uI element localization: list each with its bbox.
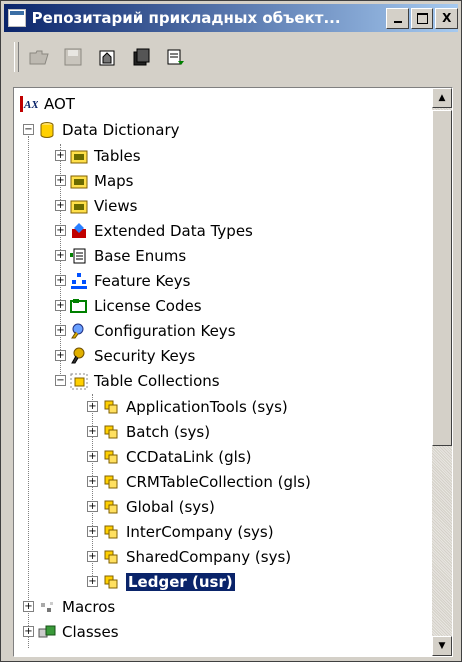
tree-node-base-enums[interactable]: Base Enums — [70, 244, 186, 268]
aot-tree: AX AOT − Data Dictionary + Tables + Maps… — [14, 88, 432, 656]
expand-collection[interactable]: + — [87, 576, 98, 587]
table-collection-icon — [102, 473, 120, 491]
tree-node-data-dictionary[interactable]: Data Dictionary — [38, 118, 180, 142]
expand-maps[interactable]: + — [55, 175, 66, 186]
tree-node-views[interactable]: Views — [70, 194, 137, 218]
collection-folder-icon — [70, 372, 88, 390]
svg-text:AX: AX — [23, 99, 38, 111]
expand-collection[interactable]: + — [87, 426, 98, 437]
table-collection-icon — [102, 573, 120, 591]
folder-icon — [70, 147, 88, 165]
table-collection-icon — [102, 523, 120, 541]
edt-icon — [70, 222, 88, 240]
expand-collection[interactable]: + — [87, 451, 98, 462]
toolbar — [4, 35, 458, 79]
expand-macros[interactable]: + — [23, 601, 34, 612]
tree-node-collection-ccdatalink[interactable]: CCDataLink (gls) — [102, 445, 251, 469]
aot-tree-panel: AX AOT − Data Dictionary + Tables + Maps… — [13, 87, 453, 657]
close-button[interactable]: X — [435, 7, 458, 29]
tree-node-collection-ledger[interactable]: Ledger (usr) — [102, 570, 235, 594]
expand-license-codes[interactable]: + — [55, 300, 66, 311]
tree-node-extended-data-types[interactable]: Extended Data Types — [70, 219, 253, 243]
macro-icon — [38, 598, 56, 616]
table-collection-icon — [102, 448, 120, 466]
expand-collection[interactable]: + — [87, 551, 98, 562]
configuration-key-icon — [70, 322, 88, 340]
tree-node-collection-sharedcompany[interactable]: SharedCompany (sys) — [102, 545, 291, 569]
class-icon — [38, 623, 56, 641]
tree-node-configuration-keys[interactable]: Configuration Keys — [70, 319, 236, 343]
export-icon[interactable] — [163, 45, 187, 69]
expand-configuration-keys[interactable]: + — [55, 325, 66, 336]
security-key-icon — [70, 347, 88, 365]
minimize-button[interactable] — [386, 7, 409, 29]
collapse-data-dictionary[interactable]: − — [23, 124, 34, 135]
compile-icon[interactable] — [129, 45, 153, 69]
collapse-table-collections[interactable]: − — [55, 375, 66, 386]
tree-node-collection-global[interactable]: Global (sys) — [102, 495, 215, 519]
database-icon — [38, 121, 56, 139]
ax-logo-icon: AX — [20, 95, 38, 113]
expand-collection[interactable]: + — [87, 526, 98, 537]
vertical-scrollbar[interactable]: ▲ ▼ — [432, 88, 452, 656]
hierarchy-icon — [70, 272, 88, 290]
aot-window: Репозитарий прикладных объект... X AX AO… — [0, 0, 462, 662]
expand-base-enums[interactable]: + — [55, 250, 66, 261]
tree-node-macros[interactable]: Macros — [38, 595, 115, 619]
expand-collection[interactable]: + — [87, 501, 98, 512]
scrollbar-thumb[interactable] — [432, 110, 452, 446]
expand-classes[interactable]: + — [23, 626, 34, 637]
scroll-down-button[interactable]: ▼ — [432, 636, 452, 656]
tree-node-license-codes[interactable]: License Codes — [70, 294, 202, 318]
table-collection-icon — [102, 398, 120, 416]
window-icon — [8, 9, 26, 27]
toolbar-grip[interactable] — [14, 42, 19, 72]
table-collection-icon — [102, 423, 120, 441]
expand-extended-data-types[interactable]: + — [55, 225, 66, 236]
tree-node-table-collections[interactable]: Table Collections — [70, 369, 220, 393]
folder-icon — [70, 172, 88, 190]
selected-node-label: Ledger (usr) — [126, 573, 235, 591]
expand-collection[interactable]: + — [87, 401, 98, 412]
open-icon[interactable] — [27, 45, 51, 69]
enum-icon — [70, 247, 88, 265]
tree-node-collection-crm[interactable]: CRMTableCollection (gls) — [102, 470, 311, 494]
tree-node-maps[interactable]: Maps — [70, 169, 133, 193]
tree-node-collection-batch[interactable]: Batch (sys) — [102, 420, 210, 444]
scroll-up-button[interactable]: ▲ — [432, 88, 452, 108]
expand-views[interactable]: + — [55, 200, 66, 211]
tree-line — [28, 136, 29, 648]
expand-security-keys[interactable]: + — [55, 350, 66, 361]
table-collection-icon — [102, 498, 120, 516]
properties-icon[interactable] — [95, 45, 119, 69]
expand-tables[interactable]: + — [55, 150, 66, 161]
expand-collection[interactable]: + — [87, 476, 98, 487]
tree-node-collection-intercompany[interactable]: InterCompany (sys) — [102, 520, 274, 544]
title-bar[interactable]: Репозитарий прикладных объект... X — [4, 4, 458, 32]
tree-node-security-keys[interactable]: Security Keys — [70, 344, 195, 368]
table-collection-icon — [102, 548, 120, 566]
tree-node-feature-keys[interactable]: Feature Keys — [70, 269, 190, 293]
window-title: Репозитарий прикладных объект... — [31, 9, 341, 27]
expand-feature-keys[interactable]: + — [55, 275, 66, 286]
folder-icon — [70, 197, 88, 215]
tree-node-classes[interactable]: Classes — [38, 620, 119, 644]
license-icon — [70, 297, 88, 315]
tree-node-aot[interactable]: AX AOT — [20, 92, 75, 116]
maximize-button[interactable] — [410, 7, 434, 29]
tree-node-tables[interactable]: Tables — [70, 144, 141, 168]
tree-node-collection-applicationtools[interactable]: ApplicationTools (sys) — [102, 395, 288, 419]
save-icon[interactable] — [61, 45, 85, 69]
